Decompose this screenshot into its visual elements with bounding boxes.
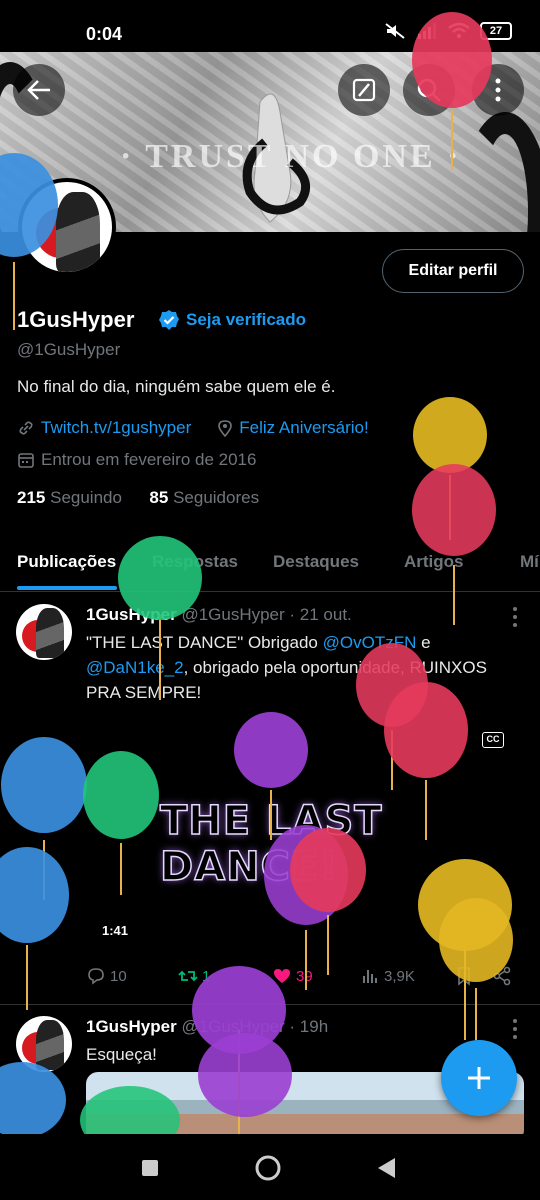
nav-home-icon — [255, 1155, 281, 1181]
link-icon — [19, 421, 33, 435]
share-button[interactable] — [492, 966, 512, 986]
more-button[interactable] — [472, 64, 524, 116]
post-header: 1GusHyper @1GusHyper · 21 out. — [86, 605, 352, 625]
post-author-avatar[interactable] — [16, 604, 72, 660]
mention-link[interactable]: @OvOTzFN — [323, 633, 417, 652]
post-video[interactable]: THE LAST DANCE! CC 1:41 — [86, 716, 516, 952]
reply-icon — [88, 968, 104, 985]
followers-link[interactable]: 85 Seguidores — [149, 488, 259, 507]
status-time: 0:04 — [86, 24, 123, 44]
grok-icon — [352, 78, 376, 102]
follow-stats: 215 Seguindo 85 Seguidores — [17, 488, 259, 508]
captions-icon[interactable]: CC — [482, 732, 504, 748]
post-handle-time: @1GusHyper · 19h — [181, 1017, 329, 1036]
profile-bio: No final do dia, ninguém sabe quem ele é… — [17, 377, 336, 396]
retweet-icon — [178, 970, 198, 982]
compose-post-button[interactable] — [441, 1040, 517, 1116]
post-author-name[interactable]: 1GusHyper — [86, 605, 177, 624]
mention-link[interactable]: @DaN1ke_2 — [86, 658, 184, 677]
profile-tabs: Publicações Respostas Destaques Artigos … — [0, 538, 540, 592]
reply-button[interactable]: 10 — [86, 966, 127, 986]
back-nav-button[interactable] — [370, 1152, 402, 1184]
profile-avatar[interactable] — [18, 178, 116, 276]
status-icons: 27 — [384, 22, 512, 40]
edit-profile-button[interactable]: Editar perfil — [382, 249, 524, 293]
back-arrow-icon — [27, 80, 50, 100]
profile-website-link[interactable]: Twitch.tv/1gushyper — [41, 418, 191, 438]
location-icon — [218, 420, 233, 437]
android-nav-bar — [0, 1134, 540, 1200]
post-text: "THE LAST DANCE" Obrigado @OvOTzFN e @Da… — [86, 633, 487, 702]
post-handle-time: @1GusHyper · 21 out. — [181, 605, 352, 624]
heart-icon — [274, 969, 290, 983]
profile-joined-date: Entrou em fevereiro de 2016 — [41, 450, 257, 469]
plus-icon — [468, 1067, 490, 1089]
post-author-avatar[interactable] — [16, 1016, 72, 1072]
grok-button[interactable] — [338, 64, 390, 116]
post-divider — [0, 1004, 540, 1005]
active-tab-indicator — [17, 586, 117, 590]
bookmark-icon — [458, 967, 470, 986]
get-verified-link[interactable]: Seja verificado — [186, 310, 306, 330]
wifi-icon — [448, 22, 470, 39]
tab-media[interactable]: Mí — [520, 552, 539, 572]
back-button[interactable] — [13, 64, 65, 116]
post-header: 1GusHyper @1GusHyper · 19h — [86, 1017, 328, 1037]
views-icon — [363, 970, 377, 983]
verified-badge-icon — [159, 310, 179, 330]
bookmark-button[interactable] — [454, 966, 474, 986]
more-vertical-icon — [495, 78, 501, 102]
tab-replies[interactable]: Respostas — [152, 552, 238, 572]
battery-indicator: 27 — [480, 22, 512, 40]
post-more-icon[interactable] — [512, 1018, 518, 1040]
video-duration: 1:41 — [102, 923, 129, 938]
status-bar: 0:04 27 — [0, 0, 540, 52]
profile-meta-links: Twitch.tv/1gushyper Feliz Aniversário! — [17, 418, 369, 438]
profile-joined-row: Entrou em fevereiro de 2016 — [17, 450, 256, 470]
recent-apps-button[interactable] — [134, 1152, 166, 1184]
views-button[interactable]: 3,9K — [360, 966, 415, 986]
like-button[interactable]: 39 — [272, 966, 313, 986]
retweet-button[interactable]: 1 — [178, 966, 210, 986]
share-icon — [493, 966, 511, 986]
search-button[interactable] — [403, 64, 455, 116]
profile-location[interactable]: Feliz Aniversário! — [239, 418, 368, 438]
post-actions: 10 1 39 3,9K — [86, 966, 516, 990]
home-button[interactable] — [252, 1152, 284, 1184]
nav-recent-icon — [142, 1160, 158, 1176]
search-icon — [417, 78, 441, 102]
tab-highlights[interactable]: Destaques — [273, 552, 359, 572]
mute-icon — [385, 23, 405, 39]
banner-text: · TRUST NO ONE · — [120, 138, 462, 175]
signal-icon — [418, 23, 436, 39]
calendar-icon — [18, 453, 34, 468]
post-author-name[interactable]: 1GusHyper — [86, 1017, 177, 1036]
post-more-icon[interactable] — [512, 606, 518, 628]
tab-articles[interactable]: Artigos — [404, 552, 464, 572]
video-title-text: THE LAST DANCE! — [159, 797, 383, 891]
nav-back-icon — [378, 1158, 395, 1178]
profile-handle: @1GusHyper — [17, 340, 121, 359]
tab-posts[interactable]: Publicações — [17, 552, 116, 572]
profile-name: 1GusHyper — [17, 307, 135, 332]
following-link[interactable]: 215 Seguindo — [17, 488, 122, 507]
